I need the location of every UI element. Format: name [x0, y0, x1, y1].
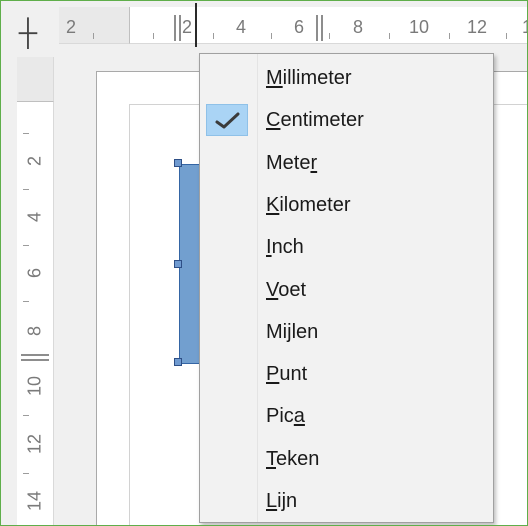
menu-item-teken[interactable]: Teken: [200, 438, 493, 480]
ruler-tick: [23, 245, 29, 246]
menu-item-millimeter[interactable]: Millimeter: [200, 57, 493, 99]
ruler-tick: [271, 33, 272, 39]
ruler-tick: [23, 473, 29, 474]
ruler-tick: [23, 415, 29, 416]
menu-item-label: Teken: [266, 447, 320, 470]
ruler-v-label: 12: [24, 433, 45, 455]
menu-item-label: Mijlen: [266, 320, 319, 343]
menu-item-inch[interactable]: Inch: [200, 226, 493, 268]
ruler-h-label: 8: [352, 17, 364, 37]
ruler-v-label: 4: [24, 211, 45, 223]
menu-item-label: Voet: [266, 278, 307, 301]
accelerator-key: K: [266, 193, 280, 216]
ruler-tick: [23, 133, 29, 134]
vertical-ruler-margin: [17, 57, 54, 102]
menu-item-label: Punt: [266, 363, 308, 386]
window-frame: ┼ 2 2 4 6 8 10 12 1 2 4 6 8 10 12 14 Mil…: [0, 0, 528, 526]
ruler-v-label: 2: [24, 155, 45, 167]
bottom-margin-marker[interactable]: [21, 359, 49, 361]
menu-item-pica[interactable]: Pica: [200, 395, 493, 437]
ruler-tick: [23, 189, 29, 190]
tab-stop-selector-icon[interactable]: ┼: [9, 19, 47, 45]
resize-handle[interactable]: [174, 159, 182, 167]
checkmark-icon: [206, 104, 248, 137]
menu-item-label: Kilometer: [266, 193, 351, 216]
ruler-tick: [23, 301, 29, 302]
ruler-v-label: 6: [24, 267, 45, 279]
ruler-h-label: 2: [65, 17, 77, 37]
left-indent-marker[interactable]: [174, 15, 176, 41]
accelerator-key: M: [266, 67, 283, 89]
menu-item-label: Inch: [266, 236, 304, 259]
right-margin-marker[interactable]: [321, 15, 323, 41]
accelerator-key: V: [266, 278, 279, 301]
right-margin-marker[interactable]: [316, 15, 318, 41]
resize-handle[interactable]: [174, 260, 182, 268]
ruler-h-label: 12: [466, 17, 488, 37]
accelerator-key: a: [293, 405, 305, 428]
accelerator-key: r: [310, 151, 318, 174]
vertical-ruler[interactable]: [17, 57, 54, 525]
menu-item-label: Lijn: [266, 490, 298, 512]
left-indent-marker[interactable]: [179, 15, 181, 41]
ruler-tick: [389, 33, 390, 39]
menu-item-mijlen[interactable]: Mijlen: [200, 311, 493, 353]
menu-item-label: Millimeter: [266, 67, 352, 89]
accelerator-key: T: [266, 447, 276, 470]
ruler-h-label: 1: [522, 17, 527, 38]
ruler-tick: [329, 33, 330, 39]
menu-item-punt[interactable]: Punt: [200, 353, 493, 395]
accelerator-key: L: [266, 490, 278, 512]
ruler-h-label: 6: [293, 17, 305, 37]
menu-item-meter[interactable]: Meter: [200, 142, 493, 184]
ruler-tick: [506, 33, 507, 39]
measurement-unit-menu: Millimeter Centimeter Meter Kilometer Inch Vo…: [199, 53, 494, 523]
resize-handle[interactable]: [174, 358, 182, 366]
ruler-v-label: 14: [24, 490, 45, 512]
menu-item-centimeter[interactable]: Centimeter: [200, 99, 493, 141]
menu-item-voet[interactable]: Voet: [200, 269, 493, 311]
ruler-h-label: 10: [408, 17, 430, 37]
menu-item-label: Meter: [266, 151, 318, 174]
ruler-position-indicator: [195, 3, 197, 47]
ruler-h-label: 2: [181, 17, 193, 37]
menu-item-lijn[interactable]: Lijn: [200, 480, 493, 522]
ruler-tick: [93, 33, 94, 39]
menu-item-label: Pica: [266, 405, 305, 428]
ruler-tick: [449, 33, 450, 39]
bottom-margin-marker[interactable]: [21, 354, 49, 356]
accelerator-key: P: [266, 363, 280, 386]
ruler-tick: [153, 33, 154, 39]
ruler-v-label: 10: [24, 375, 45, 397]
menu-item-kilometer[interactable]: Kilometer: [200, 184, 493, 226]
ruler-h-label: 4: [235, 17, 247, 37]
menu-item-label: Centimeter: [266, 109, 364, 132]
accelerator-key: C: [266, 109, 281, 132]
ruler-v-label: 8: [24, 325, 45, 337]
ruler-tick: [213, 33, 214, 39]
